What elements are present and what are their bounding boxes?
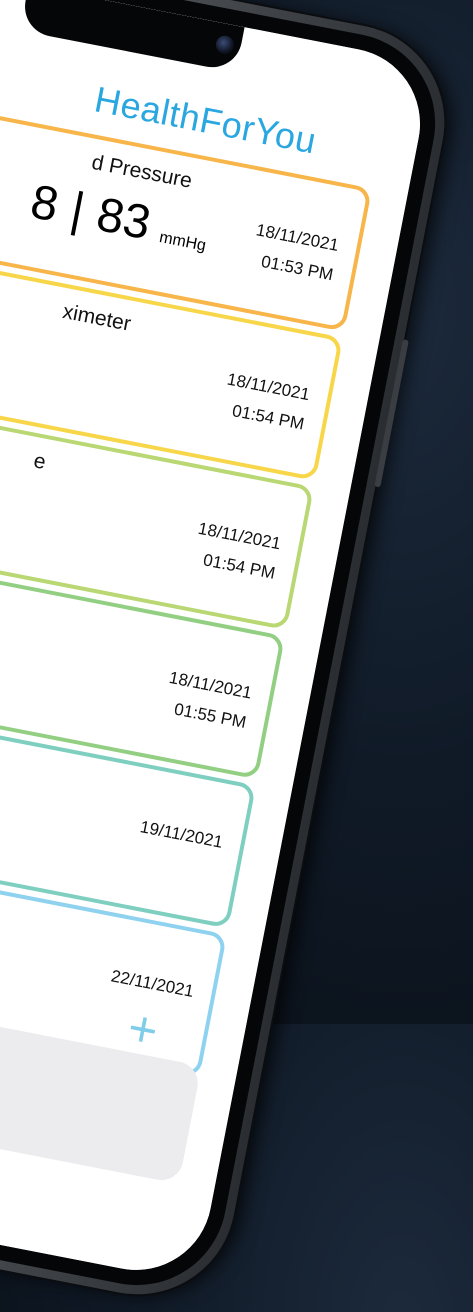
app-screen: HealthForYou d Pressure 8|83 mmHg 18/11/2… bbox=[0, 0, 434, 1284]
camera-icon bbox=[214, 34, 236, 56]
card-date: 19/11/2021 bbox=[137, 812, 225, 857]
card-date-day: 22/11/2021 bbox=[109, 966, 196, 1002]
phone-device: HealthForYou d Pressure 8|83 mmHg 18/11/2… bbox=[0, 0, 462, 1312]
card-title: e bbox=[31, 449, 48, 475]
card-title: ximeter bbox=[60, 299, 133, 336]
value-diastolic: 83 bbox=[92, 188, 155, 251]
card-date: 18/11/2021 01:53 PM bbox=[248, 215, 342, 290]
card-date: 18/11/2021 01:54 PM bbox=[219, 365, 313, 440]
value-systolic: 8 bbox=[26, 175, 63, 233]
card-date: 22/11/2021 bbox=[108, 961, 196, 1006]
card-date: 18/11/2021 01:55 PM bbox=[161, 663, 255, 738]
app-content: HealthForYou d Pressure 8|83 mmHg 18/11/2… bbox=[0, 0, 434, 1284]
add-button[interactable]: + bbox=[123, 999, 162, 1060]
card-date: 18/11/2021 01:54 PM bbox=[190, 514, 284, 589]
value-separator: | bbox=[66, 182, 89, 238]
value-unit: mmHg bbox=[157, 228, 208, 255]
card-date-day: 19/11/2021 bbox=[138, 817, 225, 852]
